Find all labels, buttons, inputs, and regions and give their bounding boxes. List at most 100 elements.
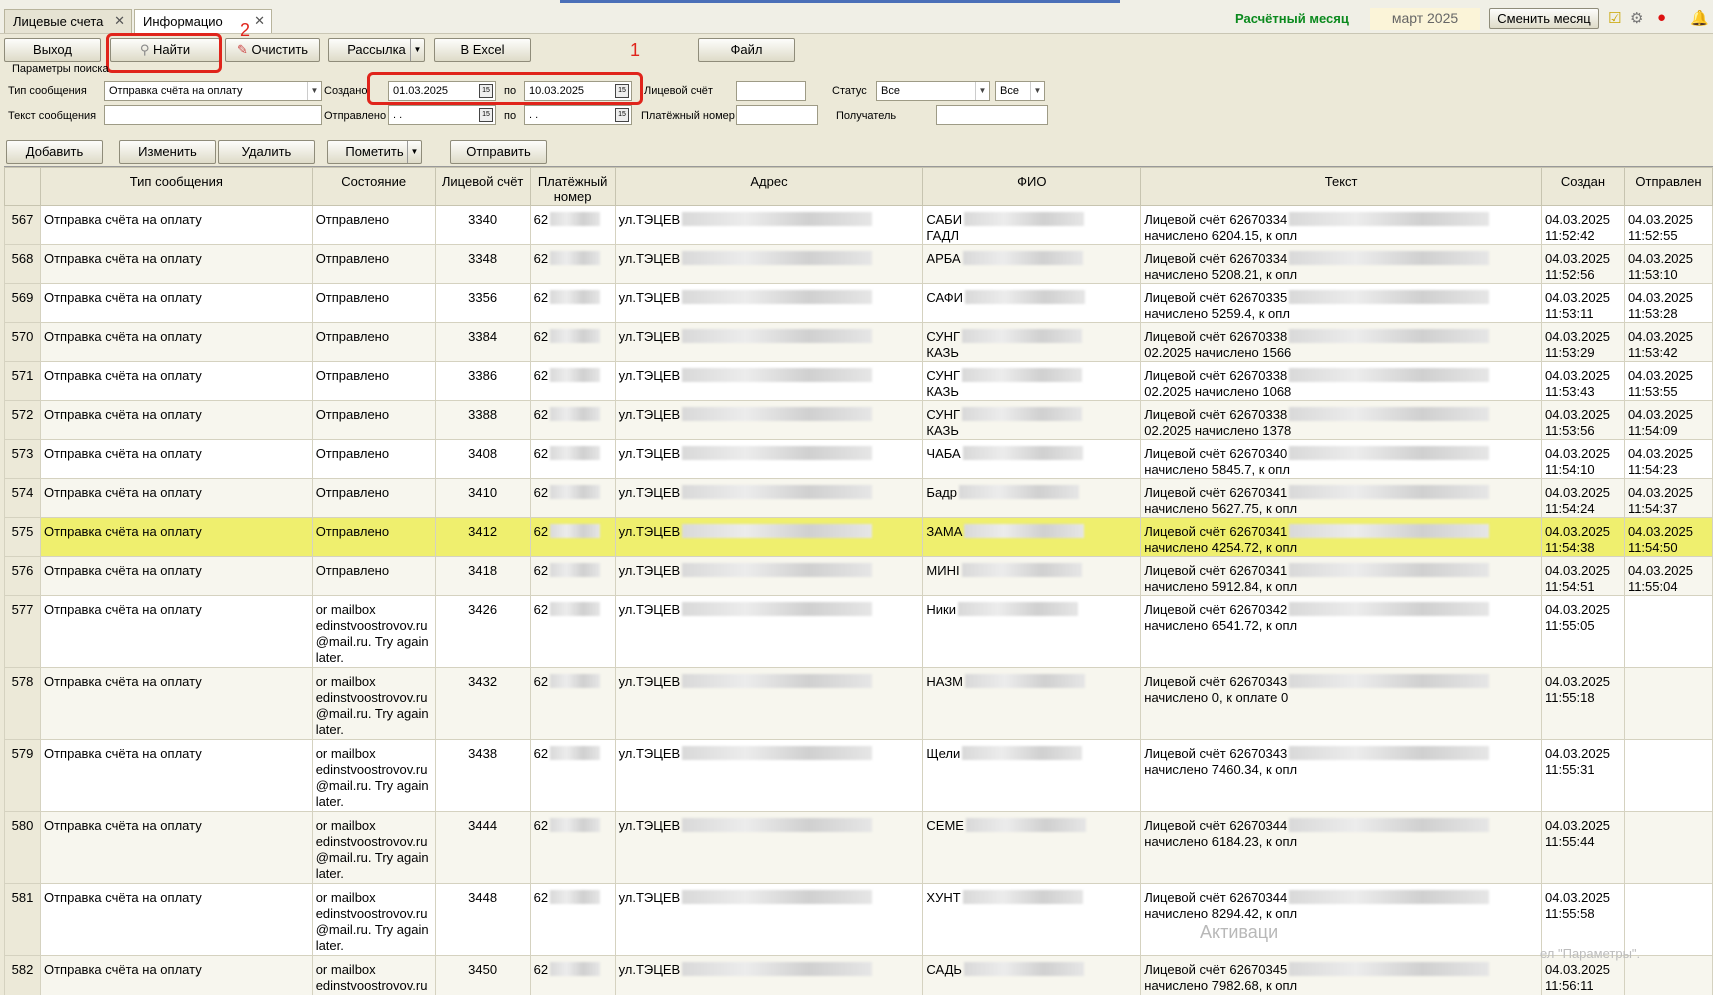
col-header-created[interactable]: Создан [1540, 167, 1625, 206]
cell-type[interactable]: Отправка счёта на оплату [39, 322, 313, 362]
cell-sent[interactable] [1623, 739, 1713, 812]
cell-account[interactable]: 3356 [434, 283, 531, 323]
table-row[interactable]: 576 Отправка счёта на оплату Отправлено 341… [4, 556, 1713, 596]
cell-payment[interactable]: 62 [529, 739, 616, 812]
cell-account[interactable]: 3444 [434, 811, 531, 884]
row-number[interactable]: 568 [4, 244, 41, 284]
cell-fio[interactable]: Ники [922, 595, 1142, 668]
col-header-payment[interactable]: Платёжный номер [529, 167, 616, 206]
cell-created[interactable]: 04.03.2025 11:53:56 [1540, 400, 1625, 440]
cell-type[interactable]: Отправка счёта на оплату [39, 595, 313, 668]
cell-account[interactable]: 3386 [434, 361, 531, 401]
msg-text-input[interactable] [104, 105, 322, 125]
table-row[interactable]: 579 Отправка счёта на оплату or mailbox ed… [4, 739, 1713, 812]
cell-fio[interactable]: СУНГ КАЗЬ [922, 322, 1142, 362]
cell-type[interactable]: Отправка счёта на оплату [39, 955, 313, 995]
cell-payment[interactable]: 62 [529, 883, 616, 956]
recipient-input[interactable] [936, 105, 1048, 125]
col-header-text[interactable]: Текст [1140, 167, 1542, 206]
row-number[interactable]: 572 [4, 400, 41, 440]
cell-fio[interactable]: МИНІ [922, 556, 1142, 596]
cell-fio[interactable]: АРБА [922, 244, 1142, 284]
calendar-icon[interactable]: 15 [615, 84, 629, 98]
cell-address[interactable]: ул.ТЭЦЕВ [614, 283, 924, 323]
table-row[interactable]: 574 Отправка счёта на оплату Отправлено 341… [4, 478, 1713, 518]
cell-payment[interactable]: 62 [529, 439, 616, 479]
col-header-account[interactable]: Лицевой счёт [434, 167, 531, 206]
cell-text[interactable]: Лицевой счёт 62670341 начислено 5627.75, … [1140, 478, 1542, 518]
cell-created[interactable]: 04.03.2025 11:54:51 [1540, 556, 1625, 596]
cell-type[interactable]: Отправка счёта на оплату [39, 883, 313, 956]
cell-address[interactable]: ул.ТЭЦЕВ [614, 205, 924, 245]
cell-type[interactable]: Отправка счёта на оплату [39, 556, 313, 596]
cell-address[interactable]: ул.ТЭЦЕВ [614, 556, 924, 596]
cell-state[interactable]: Отправлено [311, 517, 436, 557]
mailing-button[interactable]: Рассылка ▼ [328, 38, 425, 62]
account-input[interactable] [736, 81, 806, 101]
cell-state[interactable]: or mailbox edinstvoostrovov.ru @mail.ru.… [311, 883, 436, 956]
tools-icon[interactable]: ⚙ [1630, 9, 1643, 27]
cell-created[interactable]: 04.03.2025 11:53:43 [1540, 361, 1625, 401]
col-header-type[interactable]: Тип сообщения [39, 167, 313, 206]
table-row[interactable]: 580 Отправка счёта на оплату or mailbox ed… [4, 811, 1713, 884]
table-row[interactable]: 582 Отправка счёта на оплату or mailbox ed… [4, 955, 1713, 995]
table-row[interactable]: 581 Отправка счёта на оплату or mailbox ed… [4, 883, 1713, 956]
cell-account[interactable]: 3426 [434, 595, 531, 668]
row-number[interactable]: 569 [4, 283, 41, 323]
cell-created[interactable]: 04.03.2025 11:56:11 [1540, 955, 1625, 995]
cell-payment[interactable]: 62 [529, 811, 616, 884]
table-row[interactable]: 575 Отправка счёта на оплату Отправлено 341… [4, 517, 1713, 557]
cell-sent[interactable]: 04.03.2025 11:53:55 [1623, 361, 1713, 401]
cell-address[interactable]: ул.ТЭЦЕВ [614, 517, 924, 557]
cell-state[interactable]: Отправлено [311, 478, 436, 518]
cell-state[interactable]: or mailbox edinstvoostrovov.ru @mail.ru.… [311, 811, 436, 884]
cell-fio[interactable]: Бадр [922, 478, 1142, 518]
cell-fio[interactable]: ХУНТ [922, 883, 1142, 956]
cell-fio[interactable]: ЗАМА [922, 517, 1142, 557]
chevron-down-icon[interactable]: ▼ [407, 141, 421, 163]
cell-created[interactable]: 04.03.2025 11:52:56 [1540, 244, 1625, 284]
cell-state[interactable]: or mailbox edinstvoostrovov.ru @mail.ru.… [311, 955, 436, 995]
cell-fio[interactable]: САФИ [922, 283, 1142, 323]
cell-fio[interactable]: Щели [922, 739, 1142, 812]
cell-created[interactable]: 04.03.2025 11:54:24 [1540, 478, 1625, 518]
calendar-icon[interactable]: 15 [479, 84, 493, 98]
clear-button[interactable]: ✎ Очистить [225, 38, 320, 62]
cell-account[interactable]: 3450 [434, 955, 531, 995]
cell-payment[interactable]: 62 [529, 322, 616, 362]
chevron-down-icon[interactable]: ▼ [307, 82, 321, 100]
cell-sent[interactable]: 04.03.2025 11:53:42 [1623, 322, 1713, 362]
cell-type[interactable]: Отправка счёта на оплату [39, 517, 313, 557]
cell-payment[interactable]: 62 [529, 517, 616, 557]
cell-type[interactable]: Отправка счёта на оплату [39, 439, 313, 479]
cell-state[interactable]: Отправлено [311, 556, 436, 596]
cell-account[interactable]: 3384 [434, 322, 531, 362]
cell-sent[interactable] [1623, 595, 1713, 668]
cell-type[interactable]: Отправка счёта на оплату [39, 244, 313, 284]
cell-address[interactable]: ул.ТЭЦЕВ [614, 478, 924, 518]
add-button[interactable]: Добавить [6, 140, 103, 164]
cell-sent[interactable]: 04.03.2025 11:53:28 [1623, 283, 1713, 323]
cell-payment[interactable]: 62 [529, 244, 616, 284]
cell-address[interactable]: ул.ТЭЦЕВ [614, 667, 924, 740]
cell-sent[interactable]: 04.03.2025 11:54:50 [1623, 517, 1713, 557]
row-number[interactable]: 577 [4, 595, 41, 668]
cell-text[interactable]: Лицевой счёт 62670343 начислено 0, к опла… [1140, 667, 1542, 740]
cell-account[interactable]: 3412 [434, 517, 531, 557]
excel-button[interactable]: В Excel [434, 38, 531, 62]
cell-state[interactable]: Отправлено [311, 244, 436, 284]
cell-payment[interactable]: 62 [529, 667, 616, 740]
cell-payment[interactable]: 62 [529, 361, 616, 401]
table-row[interactable]: 570 Отправка счёта на оплату Отправлено 338… [4, 322, 1713, 362]
cell-fio[interactable]: САДЬ [922, 955, 1142, 995]
cell-address[interactable]: ул.ТЭЦЕВ [614, 595, 924, 668]
cell-text[interactable]: Лицевой счёт 62670338 02.2025 начислено 1… [1140, 322, 1542, 362]
calendar-icon[interactable]: 15 [615, 108, 629, 122]
cell-text[interactable]: Лицевой счёт 62670340 начислено 5845.7, к… [1140, 439, 1542, 479]
cell-account[interactable]: 3448 [434, 883, 531, 956]
cell-address[interactable]: ул.ТЭЦЕВ [614, 244, 924, 284]
cell-account[interactable]: 3388 [434, 400, 531, 440]
cell-fio[interactable]: ЧАБА [922, 439, 1142, 479]
payment-number-input[interactable] [736, 105, 818, 125]
cell-type[interactable]: Отправка счёта на оплату [39, 478, 313, 518]
